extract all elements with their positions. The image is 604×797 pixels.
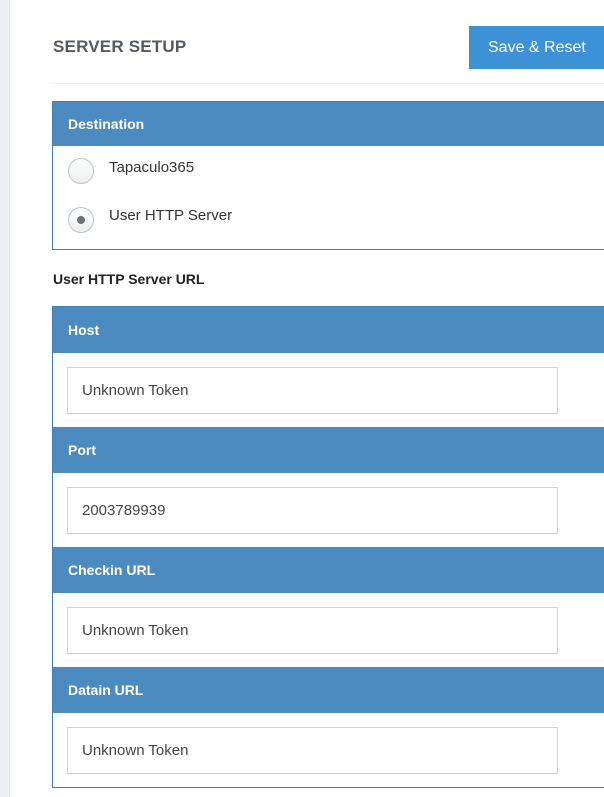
port-input[interactable] (67, 487, 558, 534)
header-divider (53, 83, 604, 84)
destination-panel: Destination Tapaculo365 User HTTP Server (52, 101, 604, 250)
host-input[interactable] (67, 367, 558, 414)
user-http-server-label[interactable]: User HTTP Server (109, 207, 232, 224)
datain-url-input[interactable] (67, 727, 558, 774)
tapaculo365-label[interactable]: Tapaculo365 (109, 159, 194, 176)
host-heading: Host (53, 307, 604, 353)
checkin-url-body (53, 593, 604, 667)
tapaculo365-radio[interactable] (68, 158, 94, 184)
host-body (53, 353, 604, 427)
datain-url-heading: Datain URL (53, 667, 604, 713)
user-http-server-url-label: User HTTP Server URL (53, 271, 205, 287)
left-rail (0, 0, 10, 797)
destination-option-tapaculo365[interactable]: Tapaculo365 (53, 146, 604, 194)
destination-option-user-http-server[interactable]: User HTTP Server (53, 194, 604, 244)
save-reset-button[interactable]: Save & Reset (469, 26, 604, 69)
user-http-server-fields: Host Port Checkin URL Datain URL (52, 306, 604, 788)
user-http-server-radio[interactable] (68, 207, 94, 233)
datain-url-body (53, 713, 604, 787)
page-header: SERVER SETUP Save & Reset (53, 26, 604, 70)
checkin-url-heading: Checkin URL (53, 547, 604, 593)
port-heading: Port (53, 427, 604, 473)
port-body (53, 473, 604, 547)
destination-heading: Destination (53, 102, 604, 146)
checkin-url-input[interactable] (67, 607, 558, 654)
page-title: SERVER SETUP (53, 37, 187, 56)
